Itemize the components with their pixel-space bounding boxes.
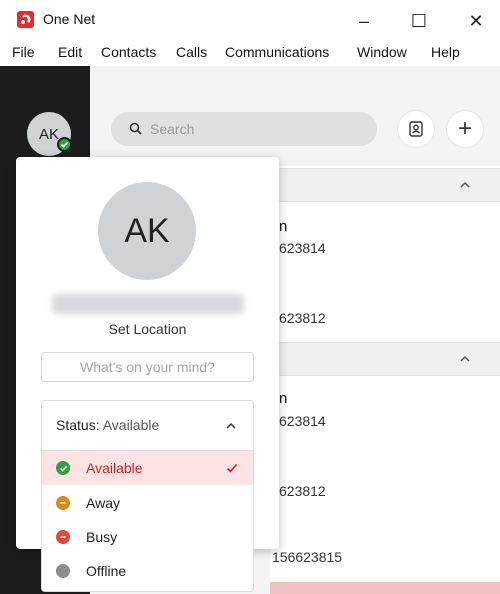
search-input[interactable] (150, 118, 350, 140)
app-title: One Net (43, 11, 96, 27)
menu-bar: File Edit Contacts Calls Communications … (0, 40, 500, 66)
busy-status-icon (56, 530, 70, 544)
menu-communications[interactable]: Communications (225, 44, 329, 60)
offline-status-icon (56, 564, 70, 578)
chevron-up-icon (460, 355, 470, 362)
contact-name[interactable]: n (279, 390, 287, 407)
status-option-available[interactable]: Available (42, 451, 253, 485)
menu-edit[interactable]: Edit (58, 44, 82, 60)
add-button[interactable]: + (447, 111, 483, 147)
menu-contacts[interactable]: Contacts (101, 44, 156, 60)
status-dropdown-toggle[interactable]: Status: Available (56, 417, 159, 433)
menu-help[interactable]: Help (431, 44, 460, 60)
away-status-icon (56, 496, 70, 510)
chevron-up-icon (460, 181, 470, 188)
menu-window[interactable]: Window (357, 44, 407, 60)
close-button[interactable]: ✕ (453, 6, 499, 36)
section-header[interactable] (270, 168, 500, 202)
status-message-input[interactable] (41, 352, 254, 382)
status-current-value: Available (102, 417, 160, 433)
contact-card-icon (409, 121, 423, 137)
contact-number: 623814 (279, 240, 326, 256)
search-icon (129, 122, 142, 135)
status-key-label: Status: (56, 417, 100, 433)
available-status-icon (56, 461, 70, 475)
contact-name[interactable]: n (279, 218, 287, 235)
maximize-button[interactable]: ☐ (396, 6, 442, 36)
status-option-away[interactable]: Away (42, 486, 253, 520)
status-option-offline[interactable]: Offline (42, 554, 253, 588)
minimize-button[interactable]: – (341, 6, 387, 36)
contact-number: 623814 (279, 413, 326, 429)
title-bar: One Net – ☐ ✕ (0, 0, 500, 40)
set-location-link[interactable]: Set Location (0, 321, 295, 337)
status-option-label: Away (86, 495, 120, 511)
menu-file[interactable]: File (12, 44, 35, 60)
status-option-label: Available (86, 460, 143, 476)
contact-number: 623812 (279, 483, 326, 499)
profile-name-redacted (52, 294, 244, 314)
contact-list (270, 166, 500, 594)
checkmark-icon (226, 463, 238, 473)
status-option-busy[interactable]: Busy (42, 520, 253, 554)
status-option-label: Busy (86, 529, 118, 545)
section-header[interactable] (270, 342, 500, 376)
profile-avatar[interactable]: AK (98, 182, 196, 280)
app-logo-icon (17, 11, 34, 28)
presence-available-icon (57, 137, 72, 152)
contacts-button[interactable] (398, 111, 434, 147)
status-option-label: Offline (86, 563, 127, 579)
menu-calls[interactable]: Calls (176, 44, 207, 60)
chevron-up-icon[interactable] (224, 419, 238, 433)
contact-number: 156623815 (272, 549, 343, 565)
selected-row-highlight (270, 582, 500, 594)
